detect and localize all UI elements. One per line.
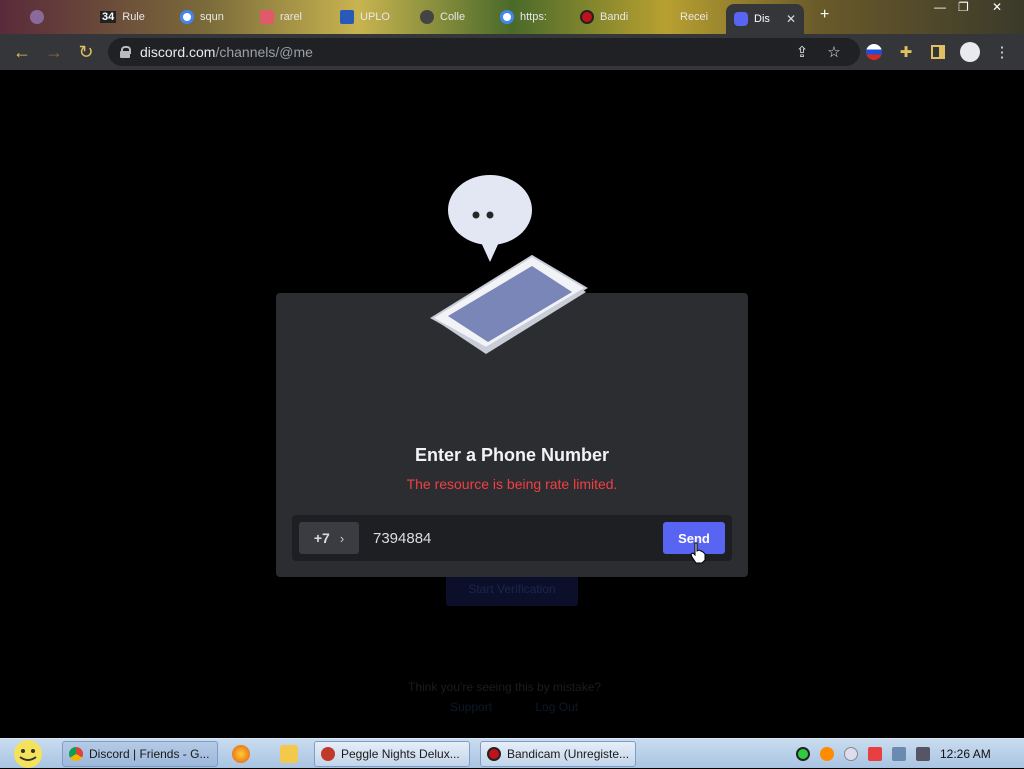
tab-2[interactable]: 34 Rule (92, 4, 170, 30)
address-bar[interactable]: discord.com/channels/@me (108, 38, 860, 66)
taskbar-item-bandicam[interactable]: Bandicam (Unregiste... (480, 741, 636, 767)
tab-label: Recei (680, 11, 709, 23)
share-icon[interactable]: ⇪ (792, 42, 812, 62)
tab-favicon (660, 10, 674, 24)
peggle-icon (321, 747, 335, 761)
tab-5[interactable]: UPLO (332, 4, 412, 30)
modal-title: Enter a Phone Number (414, 445, 610, 465)
minimize-icon[interactable]: — (934, 0, 946, 14)
sidepanel-icon[interactable] (928, 42, 948, 62)
taskbar-item-label: Discord | Friends - G... (89, 747, 210, 761)
url-host: discord.com (140, 44, 216, 60)
volume-icon[interactable] (916, 747, 930, 761)
record-icon (487, 747, 501, 761)
country-code: +7 (313, 530, 330, 546)
network-icon[interactable] (892, 747, 906, 761)
google-icon (180, 10, 194, 24)
tab-favicon (30, 10, 44, 24)
taskbar-clock[interactable]: 12:26 AM (940, 747, 991, 761)
smartphone-icon (430, 254, 588, 354)
close-tab-icon[interactable]: ✕ (786, 12, 796, 26)
tab-label: squn (200, 11, 224, 23)
profile-avatar-icon[interactable] (960, 42, 980, 62)
google-icon (500, 10, 514, 24)
tray-app-icon[interactable] (844, 747, 858, 761)
back-icon[interactable]: ← (6, 36, 38, 68)
browser-tab-strip: 34 Rule squn rarel UPLO Colle https: Ban… (0, 0, 1024, 34)
discord-page: Start Verification Think you're seeing t… (0, 70, 1024, 738)
tab-1[interactable] (22, 4, 88, 30)
tab-discord-active[interactable]: Dis ✕ (726, 4, 804, 34)
tab-label: Dis (754, 13, 770, 25)
chevron-right-icon: › (339, 530, 345, 546)
background-links: Support Log Out (450, 700, 578, 714)
tab-8[interactable]: Bandi (572, 4, 652, 30)
flag-extension-icon[interactable] (864, 42, 884, 62)
tab-label: https: (520, 11, 547, 23)
taskbar-item-peggle[interactable]: Peggle Nights Delux... (314, 741, 470, 767)
tab-favicon (420, 10, 434, 24)
firefox-icon[interactable] (232, 745, 250, 763)
tab-label: Colle (440, 11, 466, 23)
taskbar-item-label: Peggle Nights Delux... (341, 747, 460, 761)
bookmark-star-icon[interactable]: ☆ (824, 42, 844, 62)
tab-label: rarel (280, 11, 303, 23)
taskbar-item-discord[interactable]: Discord | Friends - G... (62, 741, 218, 767)
folder-icon[interactable] (280, 745, 298, 763)
menu-kebab-icon[interactable]: ⋮ (992, 42, 1012, 62)
country-code-select[interactable]: +7 › (299, 522, 359, 554)
taskbar-item-label: Bandicam (Unregiste... (507, 747, 630, 761)
tab-9[interactable]: Recei (652, 4, 726, 30)
speech-bubble-icon (448, 175, 532, 262)
new-tab-icon[interactable]: + (820, 6, 829, 24)
chrome-icon (69, 747, 83, 761)
mistake-text: Think you're seeing this by mistake? (408, 680, 602, 694)
url-path: /channels/@me (215, 44, 313, 60)
hand-cursor-icon (690, 542, 706, 564)
tab-label: Rule (122, 11, 145, 23)
tab-4[interactable]: rarel (252, 4, 332, 30)
windows-taskbar: Discord | Friends - G... Peggle Nights D… (0, 738, 1024, 768)
phone-illustration (430, 175, 588, 354)
restore-icon[interactable]: ❐ (958, 0, 969, 14)
phone-number-input[interactable] (373, 522, 663, 554)
tab-3[interactable]: squn (172, 4, 252, 30)
tab-counter: 34 (100, 11, 117, 23)
phone-input-row: +7 › Send (292, 515, 732, 561)
reload-icon[interactable]: ↻ (70, 36, 102, 68)
logout-link[interactable]: Log Out (535, 700, 578, 714)
rate-limit-error: The resource is being rate limited. (406, 476, 618, 492)
extensions-puzzle-icon[interactable]: ✚ (896, 42, 916, 62)
upload-icon (340, 10, 354, 24)
tab-7[interactable]: https: (492, 4, 572, 30)
tab-label: Bandi (600, 11, 629, 23)
tray-flag-icon[interactable] (868, 747, 882, 761)
forward-icon[interactable]: → (38, 36, 70, 68)
tray-status-icon[interactable] (796, 747, 810, 761)
support-link[interactable]: Support (450, 700, 492, 714)
lock-icon (120, 46, 131, 58)
discord-icon (734, 12, 748, 26)
record-icon (580, 10, 594, 24)
start-button-icon[interactable] (8, 739, 48, 769)
tab-label: UPLO (360, 11, 390, 23)
tray-search-icon[interactable] (820, 747, 834, 761)
start-verification-button[interactable]: Start Verification (446, 572, 578, 606)
tab-favicon (260, 10, 274, 24)
close-window-icon[interactable]: ✕ (992, 0, 1002, 14)
tab-6[interactable]: Colle (412, 4, 492, 30)
